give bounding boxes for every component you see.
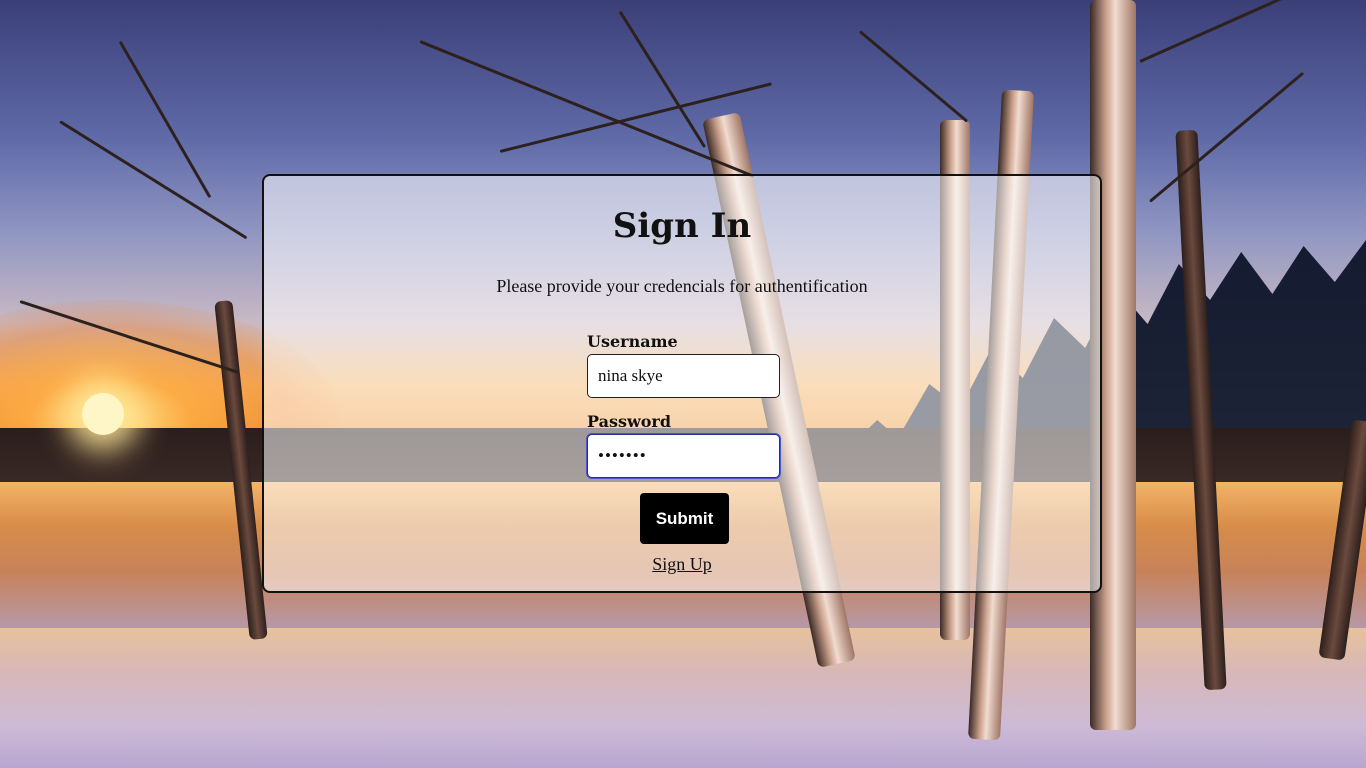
tree-branch <box>118 40 212 199</box>
snow-ground <box>0 628 1366 768</box>
password-input[interactable] <box>587 434 780 478</box>
signin-subtitle: Please provide your credencials for auth… <box>496 276 868 296</box>
tree-branch <box>59 120 248 240</box>
username-label: Username <box>587 332 678 351</box>
tree-branch <box>1139 0 1342 63</box>
signup-link[interactable]: Sign Up <box>264 554 1100 575</box>
sun <box>82 393 124 435</box>
tree-branch <box>1149 71 1305 203</box>
page-title: Sign In <box>612 206 752 246</box>
signin-card: Sign In Please provide your credencials … <box>262 174 1102 593</box>
submit-button[interactable]: Submit <box>640 493 729 544</box>
username-input[interactable] <box>587 354 780 398</box>
tree-branch <box>419 40 755 178</box>
tree-branch <box>859 30 969 123</box>
password-label: Password <box>587 412 672 431</box>
